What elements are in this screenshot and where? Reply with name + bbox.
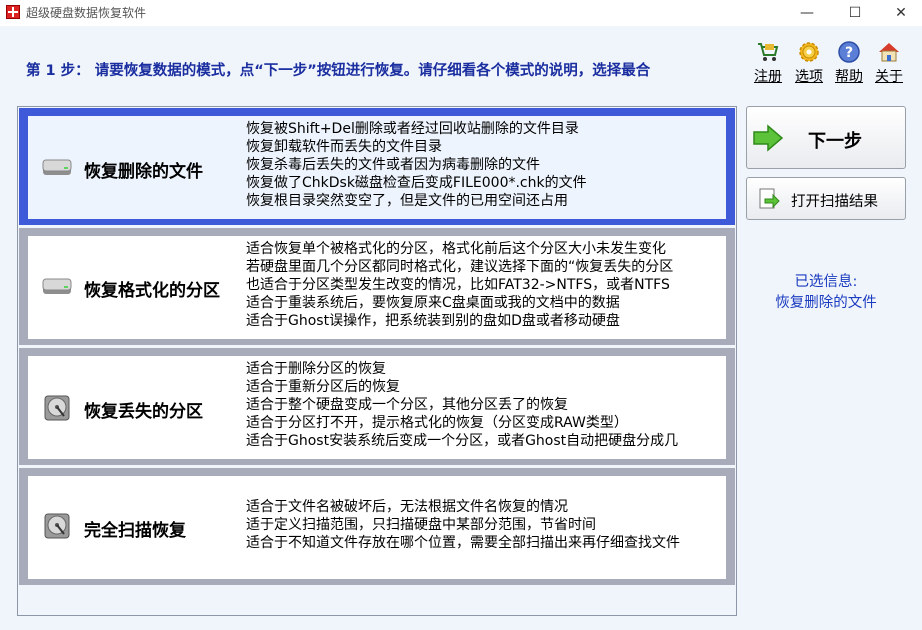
house-icon xyxy=(879,43,899,62)
app-icon xyxy=(6,5,20,19)
next-step-button[interactable]: 下一步 xyxy=(746,106,906,169)
mode-description-line: 恢复杀毒后丢失的文件或者因为病毒删除的文件 xyxy=(246,157,540,173)
open-scan-results-button[interactable]: 打开扫描结果 xyxy=(746,177,906,220)
toolbar-about[interactable]: 关于 xyxy=(869,40,909,86)
mode-description: 适合于删除分区的恢复 适合于重新分区后的恢复 适合于整个硬盘变成一个分区，其他分… xyxy=(246,360,726,450)
mode-description-line: 适合于重新分区后的恢复 xyxy=(246,379,400,395)
selection-info-value: 恢复删除的文件 xyxy=(775,295,877,311)
mode-description-line: 适合于文件名被破坏后，无法根据文件名恢复的情况 xyxy=(246,499,568,515)
mode-description-line: 恢复卸载软件而丢失的文件目录 xyxy=(246,139,442,155)
mode-description: 恢复被Shift+Del删除或者经过回收站删除的文件目录 恢复卸载软件而丢失的文… xyxy=(246,120,726,210)
arrow-right-icon xyxy=(753,124,784,152)
hard-disk-icon xyxy=(42,159,72,175)
disk-platter-icon xyxy=(44,513,70,539)
window-title: 超级硬盘数据恢复软件 xyxy=(26,6,147,20)
mode-list-panel: 恢复删除的文件 恢复被Shift+Del删除或者经过回收站删除的文件目录 恢复卸… xyxy=(17,106,737,616)
mode-description-line: 适合于重装系统后，要恢复原来C盘桌面或我的文档中的数据 xyxy=(246,295,620,311)
mode-recover-lost-partition-card[interactable]: 恢复丢失的分区 适合于删除分区的恢复 适合于重新分区后的恢复 适合于整个硬盘变成… xyxy=(28,356,726,459)
mode-description: 适合恢复单个被格式化的分区，格式化前后这个分区大小未发生变化 若硬盘里面几个分区… xyxy=(246,240,726,330)
step-instruction: 第 1 步： 请要恢复数据的模式，点“下一步”按钮进行恢复。请仔细看各个模式的说… xyxy=(26,63,651,79)
title-bar: 超级硬盘数据恢复软件 — ☐ ✕ xyxy=(0,0,922,26)
minimize-button[interactable]: — xyxy=(784,0,830,26)
help-icon: ? xyxy=(838,41,860,63)
toolbar-register-label: 注册 xyxy=(754,69,782,85)
mode-description-line: 适于定义扫描范围，只扫描硬盘中某部分范围，节省时间 xyxy=(246,517,596,533)
mode-description-line: 恢复根目录突然变空了，但是文件的已用空间还占用 xyxy=(246,193,568,209)
mode-recover-deleted[interactable]: 恢复删除的文件 恢复被Shift+Del删除或者经过回收站删除的文件目录 恢复卸… xyxy=(19,108,735,225)
gear-icon xyxy=(799,42,819,62)
mode-full-scan-card[interactable]: 完全扫描恢复 适合于文件名被破坏后，无法根据文件名恢复的情况 适于定义扫描范围，… xyxy=(28,476,726,579)
mode-title: 恢复丢失的分区 xyxy=(84,402,203,422)
selection-info: 已选信息: 恢复删除的文件 xyxy=(746,272,906,314)
toolbar-help-label: 帮助 xyxy=(835,69,863,85)
mode-description-line: 恢复做了ChkDsk磁盘检查后变成FILE000*.chk的文件 xyxy=(246,175,587,191)
mode-description-line: 适合恢复单个被格式化的分区，格式化前后这个分区大小未发生变化 xyxy=(246,241,666,257)
mode-recover-formatted-card[interactable]: 恢复格式化的分区 适合恢复单个被格式化的分区，格式化前后这个分区大小未发生变化 … xyxy=(28,236,726,339)
mode-title: 恢复删除的文件 xyxy=(84,162,203,182)
open-file-icon xyxy=(759,188,780,209)
selection-info-heading: 已选信息: xyxy=(794,274,858,290)
mode-full-scan[interactable]: 完全扫描恢复 适合于文件名被破坏后，无法根据文件名恢复的情况 适于定义扫描范围，… xyxy=(19,468,735,585)
mode-recover-formatted[interactable]: 恢复格式化的分区 适合恢复单个被格式化的分区，格式化前后这个分区大小未发生变化 … xyxy=(19,228,735,345)
open-scan-results-label: 打开扫描结果 xyxy=(791,194,878,210)
mode-recover-lost-partition[interactable]: 恢复丢失的分区 适合于删除分区的恢复 适合于重新分区后的恢复 适合于整个硬盘变成… xyxy=(19,348,735,465)
disk-platter-icon xyxy=(44,395,70,421)
mode-description-line: 适合于分区打不开，提示格式化的恢复（分区变成RAW类型） xyxy=(246,415,628,431)
mode-description-line: 适合于删除分区的恢复 xyxy=(246,361,386,377)
mode-description-line: 恢复被Shift+Del删除或者经过回收站删除的文件目录 xyxy=(246,121,579,137)
mode-description-line: 适合于整个硬盘变成一个分区，其他分区丢了的恢复 xyxy=(246,397,568,413)
svg-text:?: ? xyxy=(845,45,853,61)
mode-recover-deleted-card[interactable]: 恢复删除的文件 恢复被Shift+Del删除或者经过回收站删除的文件目录 恢复卸… xyxy=(28,116,726,219)
toolbar-about-label: 关于 xyxy=(875,69,903,85)
mode-title: 恢复格式化的分区 xyxy=(84,281,220,301)
cart-icon xyxy=(758,43,779,61)
mode-description: 适合于文件名被破坏后，无法根据文件名恢复的情况 适于定义扫描范围，只扫描硬盘中某… xyxy=(246,498,726,552)
toolbar-options-label: 选项 xyxy=(795,69,823,85)
mode-description-line: 适合于Ghost误操作，把系统装到别的盘如D盘或者移动硬盘 xyxy=(246,313,620,329)
mode-description-line: 适合于Ghost安装系统后变成一个分区，或者Ghost自动把硬盘分成几 xyxy=(246,433,679,449)
hard-disk-icon xyxy=(42,278,72,294)
maximize-button[interactable]: ☐ xyxy=(832,0,878,26)
mode-description-line: 若硬盘里面几个分区都同时格式化，建议选择下面的“恢复丢失的分区 xyxy=(246,259,674,275)
mode-description-line: 也适合于分区类型发生改变的情况，比如FAT32->NTFS，或者NTFS xyxy=(246,277,670,293)
mode-description-line: 适合于不知道文件存放在哪个位置，需要全部扫描出来再仔细查找文件 xyxy=(246,535,680,551)
toolbar-options[interactable]: 选项 xyxy=(789,40,829,86)
toolbar-help[interactable]: ? 帮助 xyxy=(829,40,869,86)
mode-title: 完全扫描恢复 xyxy=(84,521,186,541)
toolbar-register[interactable]: 注册 xyxy=(748,40,788,86)
close-button[interactable]: ✕ xyxy=(878,0,922,26)
next-step-label: 下一步 xyxy=(808,131,862,152)
